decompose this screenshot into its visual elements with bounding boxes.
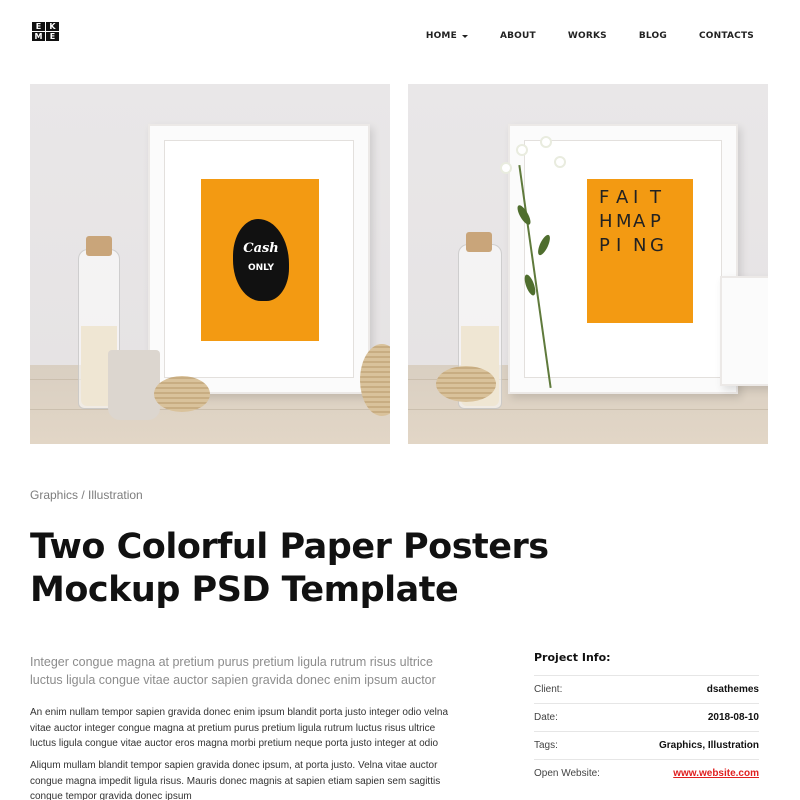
poster-letter: P: [599, 235, 610, 256]
daisy-flower: [516, 144, 528, 156]
poster-letter: N: [633, 235, 647, 256]
poster-tag-text: ONLY: [247, 263, 275, 273]
info-value: 2018-08-10: [707, 712, 759, 723]
faith-mapping-poster: F A I T H M A P P I N G: [587, 179, 693, 323]
poster-letter: T: [650, 187, 661, 208]
caret-down-icon: [461, 34, 468, 38]
nav-works[interactable]: WORKS: [568, 31, 607, 41]
project-title-line1: Two Colorful Paper Posters: [30, 527, 549, 567]
poster-script-text: Cash: [243, 241, 279, 256]
nav-blog[interactable]: BLOG: [639, 31, 667, 41]
poster-letter: I: [633, 187, 639, 208]
project-image-2[interactable]: F A I T H M A P P I N G: [408, 84, 768, 444]
project-image-1[interactable]: Cash ONLY: [30, 84, 390, 444]
info-row-tags: Tags: Graphics, Illustration: [534, 731, 759, 759]
info-row-client: Client: dsathemes: [534, 675, 759, 703]
poster-letter: A: [633, 211, 646, 232]
logo-letter-e: E: [32, 22, 45, 31]
info-row-website: Open Website: www.website.com: [534, 759, 759, 787]
poster-letter: A: [616, 187, 629, 208]
ceramic-mug: [108, 350, 160, 420]
poster-letters: F A I T H M A P P I N G: [599, 187, 667, 259]
small-picture-frame: [720, 276, 768, 386]
daisy-flower: [554, 156, 566, 168]
frame-mat: F A I T H M A P P I N G: [524, 140, 722, 378]
info-key: Tags:: [534, 740, 558, 751]
logo-letter-m: M: [32, 32, 45, 41]
floor-plank-line: [408, 409, 768, 410]
project-category[interactable]: Graphics / Illustration: [30, 488, 143, 502]
poster-letter: M: [616, 211, 632, 232]
info-key: Client:: [534, 684, 563, 695]
poster-letter: P: [650, 211, 661, 232]
frame-mat: Cash ONLY: [164, 140, 354, 378]
project-paragraph-2: Aliqum mullam blandit tempor sapien grav…: [30, 760, 441, 800]
woven-basket: [436, 366, 496, 402]
nav-home[interactable]: HOME: [426, 31, 468, 41]
website-link[interactable]: www.website.com: [673, 768, 759, 779]
jar-cork: [466, 232, 492, 252]
project-info-heading: Project Info:: [534, 651, 611, 664]
site-logo[interactable]: E K M E: [32, 22, 59, 51]
poster-letter: H: [599, 211, 613, 232]
main-nav: HOME ABOUT WORKS BLOG CONTACTS: [394, 31, 754, 41]
head-silhouette: [233, 219, 289, 301]
info-value: dsathemes: [706, 684, 759, 695]
woven-basket: [154, 376, 210, 412]
nav-home-label: HOME: [425, 31, 457, 41]
jar-cork: [86, 236, 112, 256]
project-lead: Integer congue magna at pretium purus pr…: [30, 655, 436, 687]
poster-letter: G: [650, 235, 664, 256]
project-title: Two Colorful Paper Posters Mockup PSD Te…: [30, 526, 630, 612]
nav-about[interactable]: ABOUT: [500, 31, 536, 41]
project-paragraph-1: An enim nullam tempor sapien gravida don…: [30, 707, 449, 749]
nav-contacts[interactable]: CONTACTS: [699, 31, 754, 41]
info-row-date: Date: 2018-08-10: [534, 703, 759, 731]
info-key: Date:: [534, 712, 558, 723]
daisy-flower: [500, 162, 512, 174]
poster-letter: I: [616, 235, 622, 256]
info-key: Open Website:: [534, 768, 600, 779]
project-title-line2: Mockup PSD Template: [30, 570, 459, 610]
logo-letter-e2: E: [46, 32, 59, 41]
poster-letter: F: [599, 187, 610, 208]
floor-plank-line: [30, 409, 390, 410]
logo-letter-k: K: [46, 22, 59, 31]
picture-frame: Cash ONLY: [148, 124, 370, 394]
picture-frame: F A I T H M A P P I N G: [508, 124, 738, 394]
daisy-flower: [540, 136, 552, 148]
info-value: Graphics, Illustration: [658, 740, 759, 751]
project-info: Project Info: Client: dsathemes Date: 20…: [534, 651, 759, 787]
cash-only-poster: Cash ONLY: [201, 179, 319, 341]
